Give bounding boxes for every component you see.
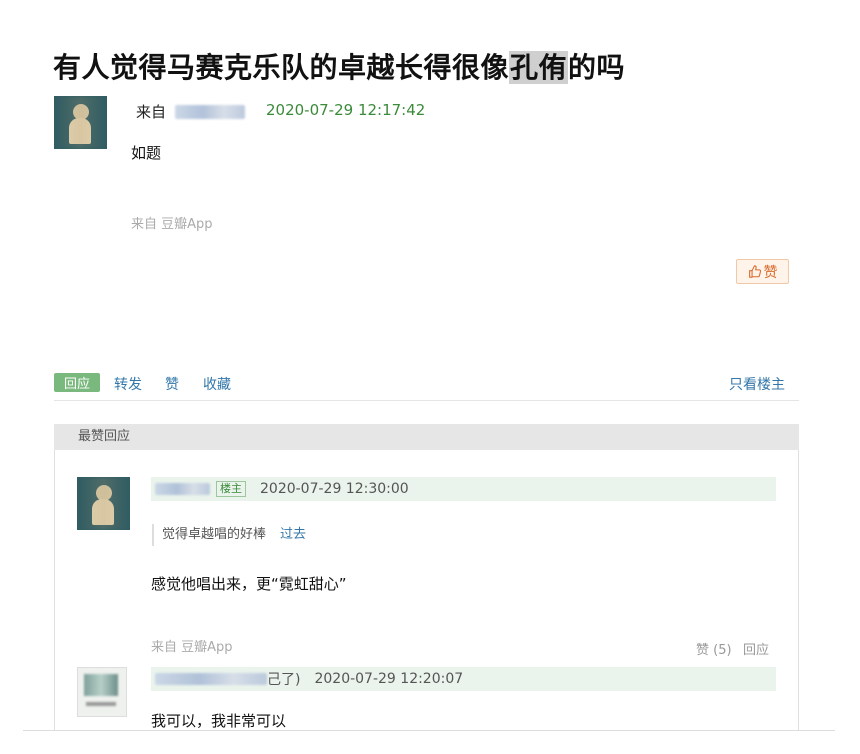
reply-timestamp: 2020-07-29 12:20:07 (314, 671, 464, 687)
reply-avatar[interactable] (77, 667, 127, 717)
from-label: 来自 (136, 103, 167, 121)
post-title: 有人觉得马赛克乐队的卓越长得很像孔侑的吗 (53, 46, 625, 86)
divider (54, 400, 799, 401)
reply-author-blurred[interactable] (155, 483, 210, 495)
reply-meta: 楼主 2020-07-29 12:30:00 (151, 477, 776, 501)
reply-like-link[interactable]: 赞 (5) (696, 639, 732, 658)
forward-link[interactable]: 转发 (114, 374, 142, 394)
post-timestamp: 2020-07-29 12:17:42 (266, 101, 426, 119)
reply-content: 我可以，我非常可以 (151, 712, 287, 730)
panel-border-left (54, 450, 55, 730)
quote-expand-link[interactable]: 过去 (280, 527, 306, 542)
reply-author-tail: 己了) (267, 672, 301, 688)
quote-text: 觉得卓越唱的好棒 (162, 527, 267, 542)
reply-content: 感觉他唱出来，更“霓虹甜心” (151, 575, 347, 593)
reply-quote: 觉得卓越唱的好棒 过去 (152, 524, 306, 546)
reply-avatar[interactable] (77, 477, 130, 530)
thumbs-up-icon (748, 265, 761, 278)
top-replies-header: 最赞回应 (54, 424, 799, 450)
author-line: 来自 (136, 101, 245, 122)
author-avatar[interactable] (54, 96, 107, 149)
like-button-label: 赞 (763, 264, 778, 281)
like-link[interactable]: 赞 (165, 374, 179, 394)
post-content: 如题 (131, 144, 162, 162)
title-text: 有人觉得马赛克乐队的卓越长得很像 (53, 51, 510, 84)
owner-badge: 楼主 (216, 481, 246, 497)
author-name-blurred[interactable] (174, 105, 245, 119)
panel-border-right (798, 450, 799, 730)
collect-link[interactable]: 收藏 (203, 374, 231, 394)
reply-author-blurred[interactable] (155, 673, 267, 685)
reply-button[interactable]: 回应 (54, 373, 100, 392)
title-text-end: 的吗 (568, 51, 626, 84)
only-owner-link[interactable]: 只看楼主 (729, 374, 785, 394)
reply-timestamp: 2020-07-29 12:30:00 (260, 481, 409, 497)
reply-meta: 己了) 2020-07-29 12:20:07 (151, 667, 776, 691)
like-button[interactable]: 赞 (736, 259, 789, 284)
title-highlight: 孔侑 (509, 51, 569, 84)
bottom-divider (23, 730, 835, 731)
reply-source: 来自 豆瓣App (151, 640, 233, 655)
post-source: 来自 豆瓣App (131, 217, 213, 232)
reply-reply-link[interactable]: 回应 (743, 639, 769, 658)
